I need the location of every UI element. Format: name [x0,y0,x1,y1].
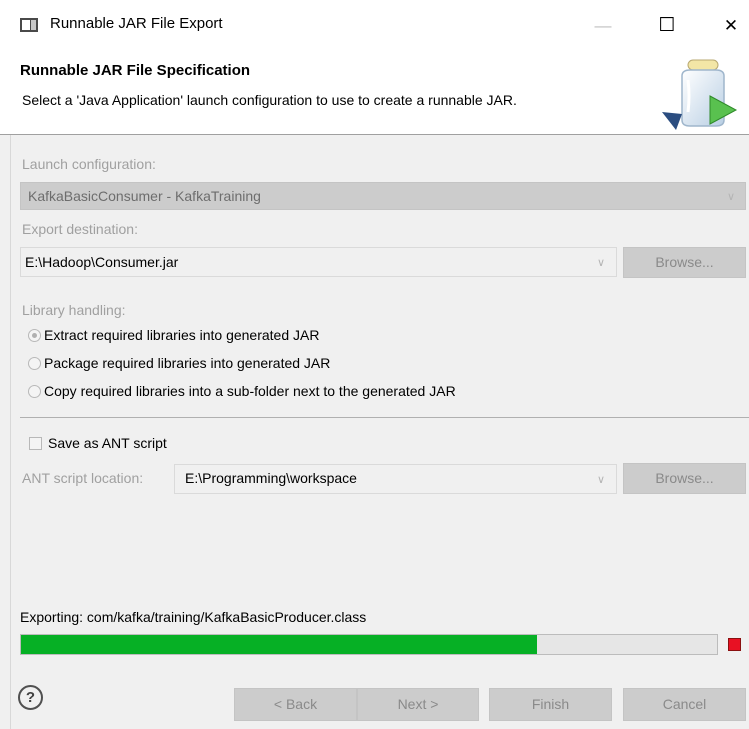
title-bar[interactable]: Runnable JAR File Export — ☐ ✕ [0,0,749,50]
export-status-text: Exporting: com/kafka/training/KafkaBasic… [20,609,367,625]
help-icon[interactable]: ? [18,685,43,710]
page-description: Select a 'Java Application' launch confi… [22,92,517,108]
radio-copy-libraries[interactable] [28,385,41,398]
chevron-down-icon: ∨ [597,257,606,269]
cancel-button[interactable]: Cancel [623,688,746,721]
export-progress-bar [20,634,718,655]
minimize-button[interactable]: — [580,8,626,44]
jar-export-icon [662,59,738,130]
export-browse-button[interactable]: Browse... [623,247,746,278]
radio-package-label[interactable]: Package required libraries into generate… [44,355,330,371]
close-button[interactable]: ✕ [708,8,749,44]
finish-button[interactable]: Finish [489,688,612,721]
save-ant-label[interactable]: Save as ANT script [48,435,167,451]
radio-extract-label[interactable]: Extract required libraries into generate… [44,327,319,343]
maximize-button[interactable]: ☐ [644,8,690,44]
progress-fill [21,635,537,654]
launch-config-label: Launch configuration: [22,156,156,172]
export-destination-combo[interactable]: E:\Hadoop\Consumer.jar ∨ [20,247,617,277]
library-handling-label: Library handling: [22,302,126,318]
page-title: Runnable JAR File Specification [20,62,251,79]
save-ant-checkbox[interactable] [29,437,42,450]
ant-browse-button[interactable]: Browse... [623,463,746,494]
next-button[interactable]: Next > [357,688,479,721]
radio-package-libraries[interactable] [28,357,41,370]
export-destination-label: Export destination: [22,221,138,237]
launch-config-select[interactable]: KafkaBasicConsumer - KafkaTraining ∨ [20,182,746,210]
ant-location-combo[interactable]: E:\Programming\workspace ∨ [174,464,617,494]
left-edge [0,135,11,729]
window-title: Runnable JAR File Export [50,15,223,32]
radio-extract-libraries[interactable] [28,329,41,342]
stop-icon[interactable] [728,638,741,651]
ant-location-label: ANT script location: [22,470,144,486]
radio-selected-dot [32,333,37,338]
section-separator [20,417,749,418]
export-destination-value: E:\Hadoop\Consumer.jar [25,254,179,270]
launch-config-value: KafkaBasicConsumer - KafkaTraining [28,188,261,204]
chevron-down-icon: ∨ [727,191,736,203]
chevron-down-icon: ∨ [597,474,606,486]
radio-copy-label[interactable]: Copy required libraries into a sub-folde… [44,383,456,399]
ant-location-value: E:\Programming\workspace [185,470,357,486]
jar-file-icon [20,18,38,32]
back-button[interactable]: < Back [234,688,357,721]
